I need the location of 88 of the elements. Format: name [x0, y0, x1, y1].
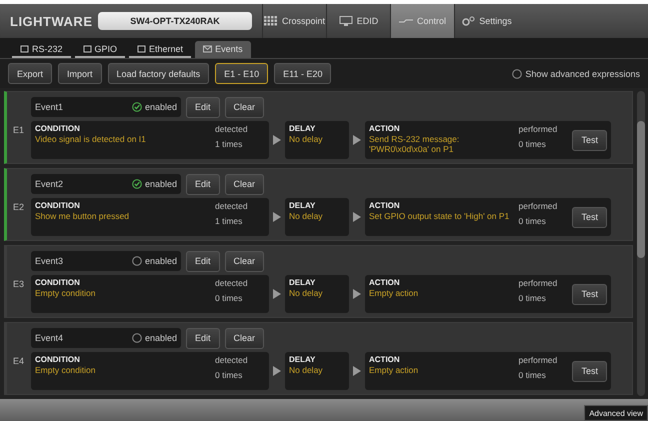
- performed-count: 0 times: [518, 216, 547, 226]
- toolbar-button[interactable]: Import: [58, 63, 102, 84]
- condition-text: Show me button pressed: [35, 211, 130, 221]
- test-button[interactable]: Test: [572, 284, 607, 304]
- action-title: ACTION: [369, 355, 401, 364]
- checkbox[interactable]: [132, 333, 142, 343]
- detected-label: detected: [215, 355, 249, 365]
- event-id: E1: [12, 124, 26, 137]
- detected-count: 1 times: [215, 139, 244, 149]
- clear-button[interactable]: Clear: [224, 174, 264, 194]
- arrow-icon: [353, 366, 361, 376]
- clear-button[interactable]: Clear: [224, 250, 264, 272]
- performed-label: performed: [518, 355, 558, 365]
- performed-label: performed: [518, 124, 558, 134]
- event-name-field[interactable]: Event3 enabled: [31, 251, 181, 271]
- action-title: ACTION: [369, 278, 401, 287]
- arrow-icon: [273, 212, 281, 222]
- action-text: Empty action: [369, 365, 420, 375]
- arrow-icon: [273, 289, 281, 299]
- advanced-expressions-label: Show advanced expressions: [525, 68, 640, 78]
- delay-title: DELAY: [289, 278, 316, 287]
- detected-count: 0 times: [215, 293, 244, 303]
- edit-button[interactable]: Edit: [186, 174, 220, 194]
- event-id: E3: [12, 278, 26, 291]
- performed-count: 0 times: [518, 370, 547, 380]
- event-id: E4: [12, 355, 26, 368]
- detected-label: detected: [215, 201, 249, 211]
- grid-icon: [264, 16, 278, 26]
- action-text: Set GPIO output state to 'High' on P1: [369, 211, 510, 221]
- checkbox[interactable]: [132, 256, 142, 266]
- scrollbar[interactable]: [637, 91, 645, 396]
- test-button[interactable]: Test: [572, 130, 607, 150]
- performed-label: performed: [518, 201, 558, 211]
- arrow-icon: [353, 135, 361, 145]
- delay-text: No delay: [289, 365, 324, 375]
- gear-icon: [461, 16, 476, 26]
- page-button[interactable]: E11 - E20: [274, 63, 332, 84]
- clear-button[interactable]: Clear: [224, 328, 264, 348]
- detected-label: detected: [215, 278, 249, 288]
- advanced-view-button[interactable]: Advanced view: [584, 405, 648, 421]
- event-name-field[interactable]: Event2 enabled: [31, 174, 181, 194]
- condition-text: Empty condition: [35, 365, 96, 375]
- delay-title: DELAY: [289, 124, 316, 133]
- toolbar-button[interactable]: Load factory defaults: [108, 63, 210, 84]
- envelope-icon: [203, 44, 212, 52]
- delay-text: No delay: [289, 211, 324, 221]
- sub-tab[interactable]: Events: [195, 41, 251, 58]
- performed-count: 0 times: [518, 139, 547, 149]
- monitor-icon: [338, 16, 353, 26]
- checkbox[interactable]: [512, 68, 522, 78]
- delay-text: No delay: [289, 288, 324, 298]
- delay-title: DELAY: [289, 355, 316, 364]
- checkbox[interactable]: [132, 102, 142, 112]
- event-id: E2: [12, 201, 26, 214]
- toolbar-button[interactable]: Export: [8, 63, 52, 84]
- logo: LIGHTWARE: [10, 14, 94, 28]
- arrow-icon: [353, 212, 361, 222]
- clear-button[interactable]: Clear: [224, 96, 264, 118]
- action-text: Empty action: [369, 288, 420, 298]
- event-name-field[interactable]: Event4 enabled: [31, 328, 181, 348]
- arrow-icon: [273, 366, 281, 376]
- action-title: ACTION: [369, 124, 401, 133]
- page-button[interactable]: E1 - E10: [215, 63, 268, 84]
- condition-title: CONDITION: [35, 355, 81, 364]
- test-button[interactable]: Test: [572, 206, 607, 228]
- arrow-icon: [353, 289, 361, 299]
- device-name-field[interactable]: SW4-OPT-TX240RAK: [98, 12, 252, 30]
- detected-count: 0 times: [215, 370, 244, 380]
- condition-title: CONDITION: [35, 201, 81, 210]
- action-text: Send RS-232 message: 'PWR0\x0d\x0a' on P1: [369, 134, 460, 154]
- arrow-icon: [273, 135, 281, 145]
- detected-count: 1 times: [215, 216, 244, 226]
- test-button[interactable]: Test: [572, 360, 607, 382]
- checkbox[interactable]: [132, 179, 142, 189]
- delay-text: No delay: [289, 134, 324, 144]
- edit-button[interactable]: Edit: [186, 250, 220, 272]
- performed-label: performed: [518, 278, 558, 288]
- condition-title: CONDITION: [35, 124, 81, 133]
- detected-label: detected: [215, 124, 249, 134]
- condition-text: Video signal is detected on I1: [35, 134, 147, 144]
- condition-title: CONDITION: [35, 278, 81, 287]
- condition-text: Empty condition: [35, 288, 96, 298]
- edit-button[interactable]: Edit: [186, 96, 220, 118]
- event-name-field[interactable]: Event1 enabled: [31, 97, 181, 117]
- performed-count: 0 times: [518, 293, 547, 303]
- delay-title: DELAY: [289, 201, 316, 210]
- edit-button[interactable]: Edit: [186, 328, 220, 348]
- action-title: ACTION: [369, 201, 401, 210]
